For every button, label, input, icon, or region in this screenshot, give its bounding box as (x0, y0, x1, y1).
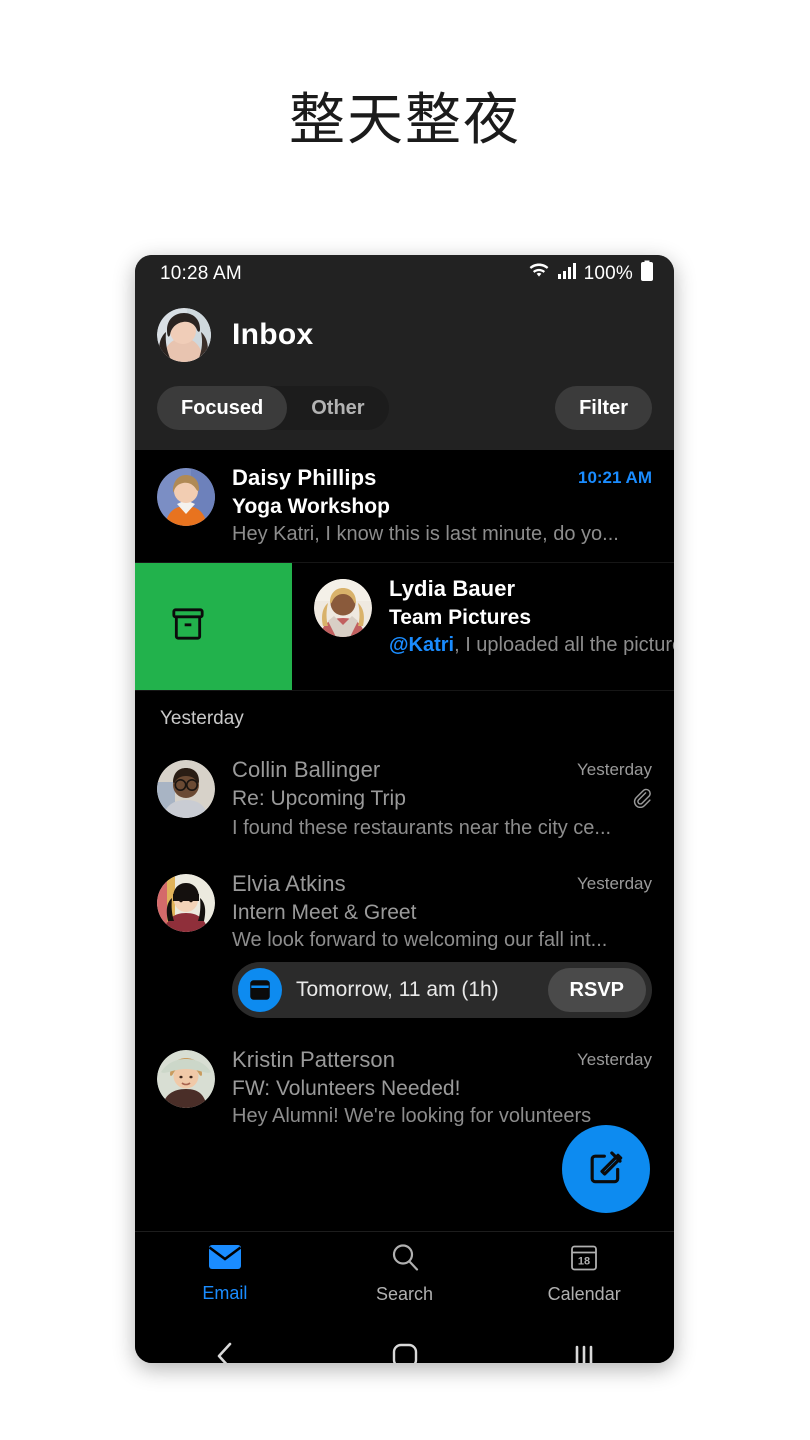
chevron-left-icon (211, 1339, 239, 1363)
avatar-lydia-bauer (314, 579, 372, 637)
subject-row: Re: Upcoming Trip (232, 783, 652, 813)
mention-token: @Katri (389, 634, 455, 656)
timestamp: 10:21 AM (577, 468, 652, 487)
tab-calendar[interactable]: 18 Calendar (494, 1242, 674, 1305)
wifi-icon (528, 262, 550, 285)
user-avatar (157, 308, 211, 362)
phone-frame: 10:28 AM 100% Inbox Focused Other Filter… (135, 255, 674, 1363)
rsvp-chip-container: Tomorrow, 11 am (1h) RSVP (135, 956, 674, 1032)
tab-search[interactable]: Search (315, 1242, 495, 1305)
meeting-time-text: Tomorrow, 11 am (1h) (296, 978, 499, 1001)
mail-list[interactable]: Daisy Phillips 10:21 AM Yoga Workshop He… (135, 450, 674, 1231)
list-item-swiped[interactable]: Lydia Bauer Team Pictures @Katri, I uplo… (135, 563, 674, 691)
avatar[interactable] (157, 308, 211, 362)
compose-fab-button[interactable] (562, 1125, 650, 1213)
focused-other-toggle[interactable]: Focused Other (157, 386, 389, 430)
sender-row: Kristin Patterson Yesterday (232, 1047, 652, 1073)
page-header-title: Inbox (232, 318, 314, 351)
sender-name: Daisy Phillips (232, 465, 377, 490)
subject: FW: Volunteers Needed! (232, 1077, 461, 1100)
avatar[interactable] (157, 760, 215, 818)
paperclip-icon (630, 783, 652, 813)
app-header: Inbox Focused Other Filter (135, 292, 674, 450)
timestamp: Yesterday (577, 1050, 652, 1069)
status-icons: 100% (528, 260, 654, 287)
page-title: 整天整夜 (289, 88, 521, 153)
avatar[interactable] (157, 1050, 215, 1108)
preview-rest: , I uploaded all the pictures (454, 634, 674, 656)
header-row: Inbox (157, 292, 652, 362)
three-bars-icon (569, 1341, 599, 1363)
bottom-navigation[interactable]: Email Search 18 Calendar (135, 1231, 674, 1315)
list-item-body: Daisy Phillips 10:21 AM Yoga Workshop He… (232, 465, 652, 546)
list-item-body: Collin Ballinger Yesterday Re: Upcoming … (232, 757, 652, 840)
list-item-body: Elvia Atkins Yesterday Intern Meet & Gre… (232, 871, 652, 952)
status-time: 10:28 AM (160, 262, 242, 284)
calendar-18-icon: 18 (569, 1242, 599, 1277)
avatar[interactable] (157, 874, 215, 932)
tab-focused[interactable]: Focused (157, 386, 288, 430)
magnifier-icon (389, 1242, 421, 1277)
tab-email-label: Email (202, 1283, 248, 1303)
system-navigation-bar[interactable] (135, 1315, 674, 1363)
signal-bars-icon (557, 262, 577, 285)
subject: Team Pictures (389, 606, 532, 629)
sender-row: Elvia Atkins Yesterday (232, 871, 652, 897)
archive-box-icon (168, 604, 208, 649)
avatar-collin-ballinger (157, 760, 215, 818)
status-bar: 10:28 AM 100% (135, 255, 674, 292)
compose-pencil-square-icon (586, 1147, 626, 1192)
envelope-icon (208, 1243, 242, 1276)
section-header-yesterday: Yesterday (135, 691, 674, 742)
calendar-day-number: 18 (578, 1256, 590, 1268)
list-item-content[interactable]: Lydia Bauer Team Pictures @Katri, I uplo… (292, 563, 674, 690)
rounded-square-icon (390, 1341, 420, 1363)
battery-percent-label: 100% (583, 262, 633, 284)
avatar-elvia-atkins (157, 874, 215, 932)
home-button[interactable] (315, 1341, 495, 1363)
timestamp: Yesterday (577, 760, 652, 779)
preview-text: I found these restaurants near the city … (232, 817, 612, 839)
avatar[interactable] (314, 579, 372, 637)
timestamp: Yesterday (577, 874, 652, 893)
list-item[interactable]: Daisy Phillips 10:21 AM Yoga Workshop He… (135, 450, 674, 563)
back-button[interactable] (135, 1339, 315, 1363)
calendar-icon (238, 968, 282, 1012)
subject: Yoga Workshop (232, 495, 390, 518)
sender-row: Collin Ballinger Yesterday (232, 757, 652, 783)
avatar-daisy-phillips (157, 468, 215, 526)
preview-text: Hey Katri, I know this is last minute, d… (232, 523, 619, 545)
subject: Intern Meet & Greet (232, 901, 417, 924)
tab-other[interactable]: Other (287, 386, 388, 430)
preview-text: We look forward to welcoming our fall in… (232, 929, 608, 951)
sender-name: Elvia Atkins (232, 871, 346, 896)
avatar[interactable] (157, 468, 215, 526)
sender-name: Lydia Bauer (389, 576, 516, 601)
tab-email[interactable]: Email (135, 1243, 315, 1304)
meeting-invite-chip[interactable]: Tomorrow, 11 am (1h) RSVP (232, 962, 652, 1018)
battery-full-icon (640, 260, 654, 287)
sender-name: Kristin Patterson (232, 1047, 396, 1072)
preview-text: Hey Alumni! We're looking for volunteers (232, 1105, 592, 1127)
sender-name: Collin Ballinger (232, 757, 381, 782)
filter-button[interactable]: Filter (555, 386, 652, 430)
preview-text: @Katri, I uploaded all the pictures (389, 634, 674, 657)
list-item-body: Kristin Patterson Yesterday FW: Voluntee… (232, 1047, 652, 1128)
tab-calendar-label: Calendar (547, 1284, 621, 1304)
subject: Re: Upcoming Trip (232, 787, 406, 810)
list-item[interactable]: Elvia Atkins Yesterday Intern Meet & Gre… (135, 856, 674, 956)
tab-search-label: Search (375, 1284, 434, 1304)
filter-row: Focused Other Filter (157, 386, 652, 430)
rsvp-button[interactable]: RSVP (547, 968, 646, 1012)
list-item[interactable]: Collin Ballinger Yesterday Re: Upcoming … (135, 742, 674, 856)
screenshot-root: 整天整夜 10:28 AM 100% Inbox Focused Other F… (0, 0, 810, 1440)
avatar-kristin-patterson (157, 1050, 215, 1108)
sender-row: Daisy Phillips 10:21 AM (232, 465, 652, 491)
recents-button[interactable] (494, 1341, 674, 1363)
list-item-body: Lydia Bauer Team Pictures @Katri, I uplo… (389, 576, 674, 690)
